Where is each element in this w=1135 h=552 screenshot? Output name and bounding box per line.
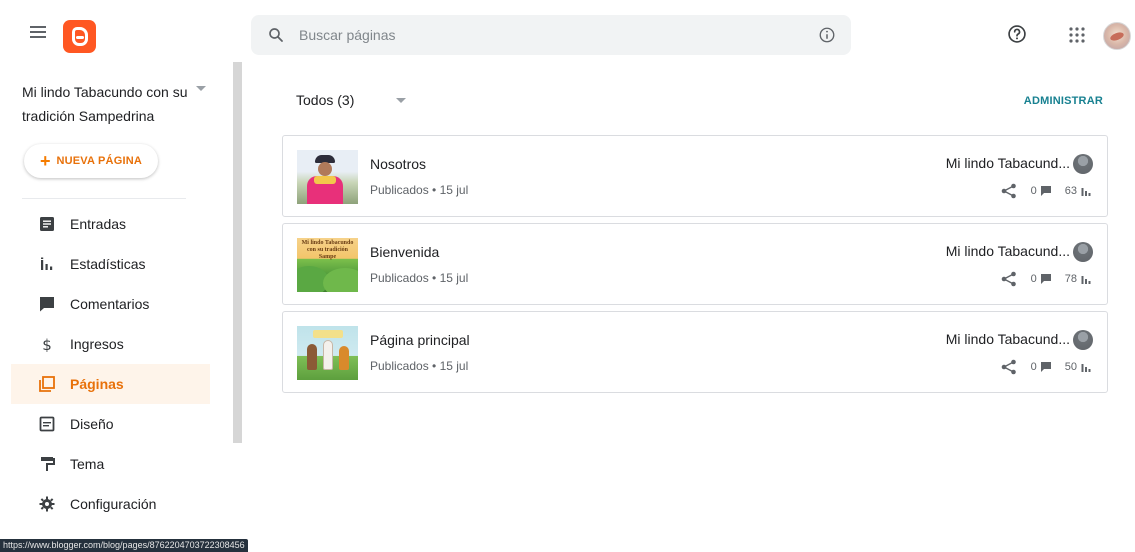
paint-roller-icon: [41, 457, 55, 471]
share-icon[interactable]: [1001, 271, 1017, 287]
sidebar-item-paginas[interactable]: Páginas: [11, 364, 210, 404]
manage-button[interactable]: ADMINISTRAR: [1008, 95, 1103, 107]
view-count: 78: [1064, 273, 1077, 285]
sidebar-item-entradas[interactable]: Entradas: [11, 204, 210, 244]
menu-icon[interactable]: [30, 26, 46, 38]
link-status-bar: https://www.blogger.com/blog/pages/87622…: [0, 539, 248, 552]
plus-icon: +: [39, 151, 51, 171]
comments-icon: [40, 297, 54, 312]
page-status: Publicados • 15 jul: [370, 271, 469, 285]
sidebar-item-label: Diseño: [70, 416, 114, 432]
divider: [22, 198, 186, 199]
stats-icon: [41, 257, 53, 270]
sidebar-item-label: Configuración: [70, 496, 157, 512]
comments-icon: [1040, 274, 1051, 284]
page-row[interactable]: Página principal Publicados • 15 jul Mi …: [282, 311, 1108, 393]
chevron-down-icon[interactable]: [196, 86, 206, 91]
sidebar-item-label: Ingresos: [70, 336, 124, 352]
sidebar-item-diseno[interactable]: Diseño: [11, 404, 210, 444]
share-icon[interactable]: [1001, 359, 1017, 375]
author-avatar: [1073, 330, 1093, 350]
svg-text:$: $: [42, 336, 52, 352]
sidebar-item-tema[interactable]: Tema: [11, 444, 210, 484]
filter-label: Todos (3): [296, 92, 355, 108]
stats-icon: [1081, 276, 1091, 284]
apps-grid-icon[interactable]: [1069, 27, 1085, 43]
filter-dropdown[interactable]: Todos (3): [296, 92, 407, 108]
sidebar-item-label: Comentarios: [70, 296, 150, 312]
sidebar-item-label: Páginas: [70, 376, 124, 392]
gear-icon: [39, 496, 55, 512]
comments-icon: [1040, 186, 1051, 196]
comment-count: 0: [1030, 361, 1037, 373]
stats-icon: [1081, 364, 1091, 372]
info-icon[interactable]: [818, 26, 836, 44]
page-thumbnail: Mi lindo Tabacundo con su tradición Samp…: [297, 238, 358, 292]
sidebar-item-label: Tema: [70, 456, 105, 472]
page-title[interactable]: Nosotros: [370, 156, 426, 172]
thumbnail-text: Mi lindo Tabacundo con su tradición Samp…: [301, 240, 354, 260]
sidebar-nav: Entradas Estadísticas Comentarios $ Ingr…: [11, 204, 210, 524]
sidebar-scrollbar[interactable]: [233, 62, 242, 443]
view-count: 63: [1064, 185, 1077, 197]
page-title[interactable]: Bienvenida: [370, 244, 439, 260]
page-status: Publicados • 15 jul: [370, 359, 469, 373]
blog-selector[interactable]: Mi lindo Tabacundo con su tradición Samp…: [22, 80, 197, 128]
page-stats: 0 63: [1001, 183, 1091, 199]
sidebar: Mi lindo Tabacundo con su tradición Samp…: [0, 62, 232, 552]
search-icon[interactable]: [267, 26, 285, 44]
stats-icon: [1081, 188, 1091, 196]
sidebar-item-ingresos[interactable]: $ Ingresos: [11, 324, 210, 364]
sidebar-item-comentarios[interactable]: Comentarios: [11, 284, 210, 324]
chevron-down-icon: [396, 97, 407, 103]
search-input[interactable]: [299, 23, 799, 47]
page-thumbnail: [297, 326, 358, 380]
account-avatar[interactable]: [1103, 22, 1131, 50]
sidebar-item-configuracion[interactable]: Configuración: [11, 484, 210, 524]
posts-icon: [40, 217, 54, 231]
page-status: Publicados • 15 jul: [370, 183, 469, 197]
comments-icon: [1040, 362, 1051, 372]
page-author: Mi lindo Tabacund...: [945, 243, 1070, 259]
comment-count: 0: [1030, 185, 1037, 197]
comment-count: 0: [1030, 273, 1037, 285]
author-avatar: [1073, 154, 1093, 174]
dollar-icon: $: [42, 336, 52, 352]
page-row[interactable]: Nosotros Publicados • 15 jul Mi lindo Ta…: [282, 135, 1108, 217]
page-stats: 0 78: [1001, 271, 1091, 287]
page-title[interactable]: Página principal: [370, 332, 470, 348]
blogger-logo[interactable]: [63, 20, 96, 53]
sidebar-item-label: Estadísticas: [70, 256, 146, 272]
help-icon[interactable]: [1007, 24, 1027, 44]
view-count: 50: [1064, 361, 1077, 373]
sidebar-item-estadisticas[interactable]: Estadísticas: [11, 244, 210, 284]
page-stats: 0 50: [1001, 359, 1091, 375]
page-thumbnail: [297, 150, 358, 204]
author-avatar: [1073, 242, 1093, 262]
app-header: [0, 0, 1135, 62]
new-page-label: NUEVA PÁGINA: [56, 155, 143, 167]
page-row[interactable]: Mi lindo Tabacundo con su tradición Samp…: [282, 223, 1108, 305]
layout-icon: [39, 416, 55, 432]
new-page-button[interactable]: + NUEVA PÁGINA: [24, 144, 158, 178]
page-author: Mi lindo Tabacund...: [945, 155, 1070, 171]
search-bar: [251, 15, 851, 55]
sidebar-item-label: Entradas: [70, 216, 127, 232]
page-author: Mi lindo Tabacund...: [945, 331, 1070, 347]
share-icon[interactable]: [1001, 183, 1017, 199]
pages-icon: [39, 376, 55, 392]
